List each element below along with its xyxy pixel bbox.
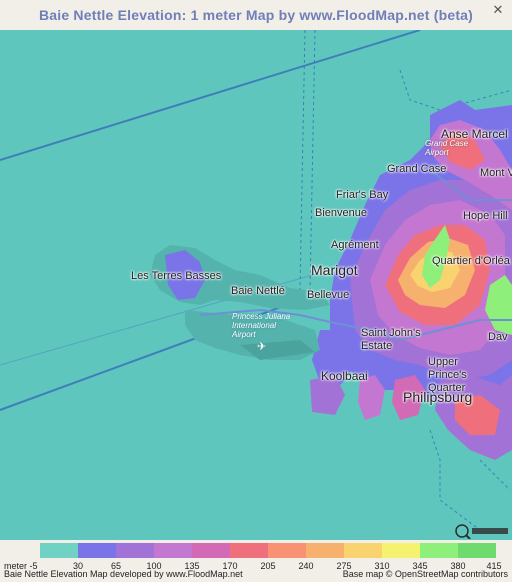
legend-swatch (306, 543, 344, 558)
place-princess-juliana-airport: Princess Juliana International Airport (232, 312, 291, 339)
legend-color-bar (40, 543, 496, 558)
place-grand-case-airport: Grand Case Airport (425, 139, 469, 157)
place-agrement: Agrément (331, 239, 379, 251)
legend-swatch (154, 543, 192, 558)
close-icon[interactable]: ✕ (490, 2, 506, 18)
legend-swatch (382, 543, 420, 558)
openstreetmap-logo-icon (455, 523, 509, 540)
place-grand-case: Grand Case (387, 163, 447, 175)
place-bellevue: Bellevue (307, 289, 350, 301)
legend-swatch (116, 543, 154, 558)
footer: Baie Nettle Elevation Map developed by w… (0, 569, 512, 582)
legend-swatch (192, 543, 230, 558)
place-saint-johns-estate: Saint John's Estate (361, 327, 421, 352)
place-baie-nettle: Baie Nettlé (231, 285, 285, 297)
place-friars-bay: Friar's Bay (336, 189, 389, 201)
place-philipsburg: Philipsburg (403, 389, 473, 405)
legend-swatch (420, 543, 458, 558)
map-title: Baie Nettle Elevation: 1 meter Map by ww… (38, 7, 474, 23)
place-les-terres-basses: Les Terres Basses (131, 270, 222, 282)
footer-credit[interactable]: Baie Nettle Elevation Map developed by w… (4, 569, 243, 579)
legend-swatch (78, 543, 116, 558)
elevation-map[interactable]: Anse Marcel Grand Case Airport Grand Cas… (0, 30, 512, 540)
legend-value: 205 (260, 561, 276, 571)
place-mont-v: Mont V (480, 167, 512, 179)
place-quartier-dorleans: Quartier d'Orléa (432, 255, 510, 267)
place-koolbaai: Koolbaai (321, 369, 368, 383)
place-dav: Dav (488, 331, 508, 343)
legend-swatch (230, 543, 268, 558)
place-marigot: Marigot (311, 262, 358, 278)
legend-swatch (458, 543, 496, 558)
legend-swatch (344, 543, 382, 558)
airport-icon: ✈ (257, 341, 267, 353)
legend-swatch (268, 543, 306, 558)
legend-value: 240 (298, 561, 314, 571)
footer-attribution[interactable]: Base map © OpenStreetMap contributors (343, 569, 508, 579)
place-hope-hill: Hope Hill (463, 210, 508, 222)
place-bienvenue: Bienvenue (315, 207, 367, 219)
legend-swatch (40, 543, 78, 558)
